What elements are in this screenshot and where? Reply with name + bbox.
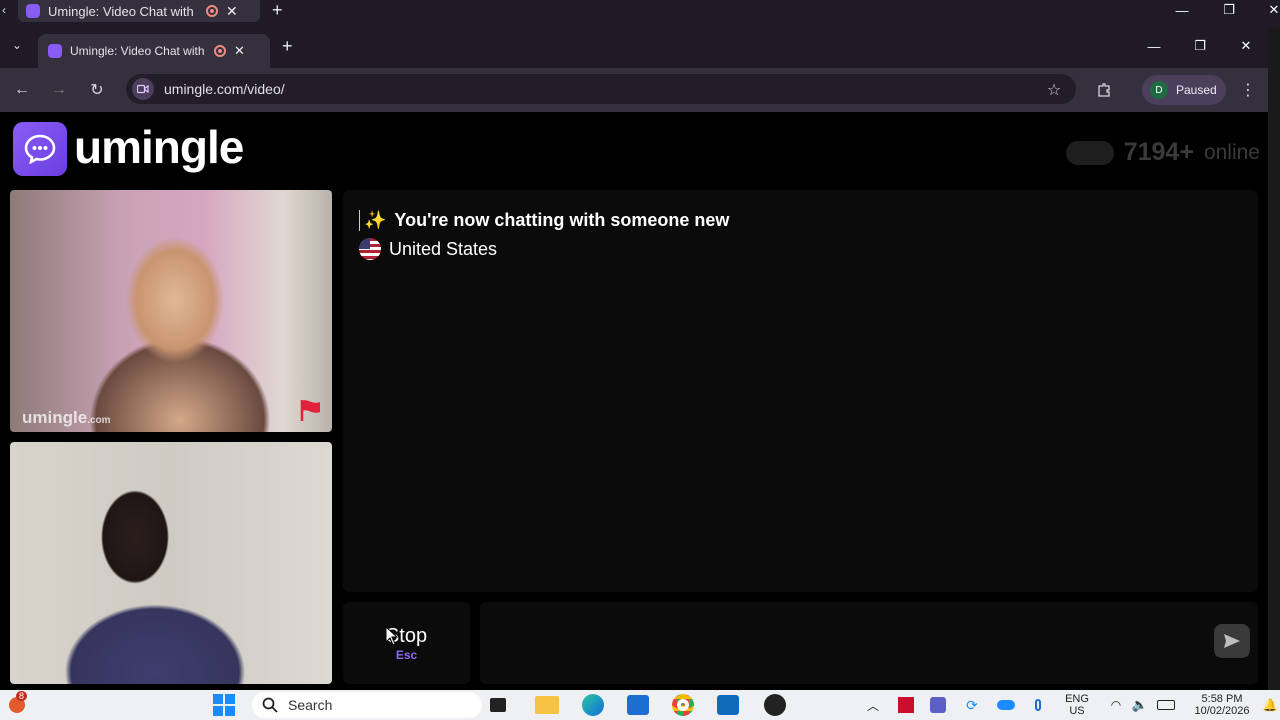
taskbar: 8 Search ︿ ⟳ ENG US ◠ 🔈 5:58 PM 10/02/20… [0, 690, 1280, 720]
message-input[interactable] [480, 602, 1258, 684]
online-label: online [1203, 140, 1260, 164]
tray-app-icon[interactable] [896, 695, 916, 715]
avatar: D [1150, 81, 1168, 99]
outer-tab[interactable]: Umingle: Video Chat with St ✕ [18, 0, 260, 22]
task-view-icon[interactable] [488, 695, 508, 715]
chrome-icon[interactable] [670, 694, 696, 716]
stop-shortcut: Esc [395, 647, 418, 662]
url-text: umingle.com/video/ [164, 81, 285, 97]
widgets-icon[interactable]: 8 [6, 691, 28, 715]
tray-chevron-up-icon[interactable]: ︿ [864, 695, 882, 715]
browser-toolbar: ← → ↻ umingle.com/video/ ☆ D Paused ⋮ [0, 68, 1268, 112]
forward-icon[interactable]: → [45, 76, 73, 104]
chat-icon [48, 44, 62, 58]
new-tab-icon[interactable]: + [282, 36, 293, 57]
language-indicator[interactable]: ENG US [1062, 693, 1092, 717]
chat-icon [26, 4, 40, 18]
recording-icon [214, 45, 226, 57]
system-message: ✨ You're now chatting with someone new [359, 210, 729, 231]
bookmark-star-icon[interactable]: ☆ [1040, 76, 1068, 104]
country-text: United States [389, 238, 498, 259]
new-tab-icon[interactable]: + [272, 0, 283, 21]
obs-icon[interactable] [762, 694, 788, 716]
notification-bell-icon[interactable]: 🔔 [1262, 695, 1278, 715]
close-tab-icon[interactable]: ✕ [234, 43, 245, 59]
teams-icon[interactable] [928, 695, 948, 715]
wifi-icon[interactable]: ◠ [1108, 695, 1124, 715]
stop-button[interactable]: Stop Esc [343, 602, 470, 684]
background-window-edge [1268, 28, 1280, 690]
outer-tab-strip: ‹ Umingle: Video Chat with St ✕ + — ❐ ✕ [0, 0, 1280, 28]
volume-icon[interactable]: 🔈 [1132, 695, 1148, 715]
restore-icon[interactable]: ❐ [1188, 36, 1212, 56]
mouse-cursor-icon [385, 626, 399, 646]
minimize-icon[interactable]: — [1170, 0, 1194, 20]
profile-button[interactable]: D Paused [1142, 75, 1226, 105]
us-flag-icon [359, 238, 381, 260]
address-bar[interactable]: umingle.com/video/ [126, 74, 1076, 104]
send-button[interactable] [1214, 624, 1250, 658]
windows-start-icon[interactable] [212, 694, 236, 716]
search-icon [262, 697, 278, 713]
taskbar-search[interactable]: Search [252, 692, 482, 718]
camera-icon[interactable] [132, 78, 154, 100]
online-indicator: 7194+ online [1065, 138, 1260, 167]
send-icon [1224, 634, 1240, 648]
menu-kebab-icon[interactable]: ⋮ [1234, 76, 1262, 104]
onedrive-icon[interactable] [996, 695, 1016, 715]
edge-icon[interactable] [580, 694, 606, 716]
report-flag-icon[interactable] [298, 398, 324, 422]
close-window-icon[interactable]: ✕ [1262, 0, 1280, 20]
sync-icon[interactable]: ⟳ [962, 695, 982, 715]
close-window-icon[interactable]: ✕ [1234, 36, 1258, 56]
logo-icon[interactable] [13, 122, 67, 176]
notification-badge: 8 [16, 691, 28, 701]
logo-text[interactable]: umingle [74, 120, 244, 174]
tab-strip: ⌄ Umingle: Video Chat with St ✕ + — ❐ ✕ [0, 28, 1268, 68]
extensions-icon[interactable] [1090, 76, 1118, 104]
battery-icon[interactable] [1156, 695, 1176, 715]
chevron-left-icon[interactable]: ‹ [2, 3, 6, 17]
close-tab-icon[interactable]: ✕ [226, 3, 238, 20]
store-icon[interactable] [625, 695, 651, 715]
online-count: 7194+ [1123, 138, 1194, 166]
clock[interactable]: 5:58 PM 10/02/2026 [1186, 693, 1258, 717]
umingle-page: umingle 7194+ online umingle.com ✨ You'r… [0, 112, 1268, 690]
profile-status: Paused [1176, 83, 1217, 97]
search-placeholder: Search [288, 697, 333, 713]
chat-log: ✨ You're now chatting with someone new U… [343, 190, 1258, 592]
outer-tab-title: Umingle: Video Chat with St [48, 3, 198, 19]
file-explorer-icon[interactable] [534, 695, 560, 715]
microphone-icon[interactable] [1030, 695, 1046, 715]
stranger-location: United States [359, 238, 497, 260]
recording-icon [206, 5, 218, 17]
active-tab[interactable]: Umingle: Video Chat with St ✕ [38, 34, 270, 68]
stranger-video: umingle.com [10, 190, 332, 432]
self-video [10, 442, 332, 684]
tab-search-icon[interactable]: ⌄ [12, 38, 22, 52]
outlook-icon[interactable] [715, 695, 741, 715]
reload-icon[interactable]: ↻ [83, 76, 111, 104]
theme-toggle[interactable] [1065, 140, 1114, 165]
system-message-text: You're now chatting with someone new [394, 210, 730, 230]
restore-icon[interactable]: ❐ [1217, 0, 1241, 20]
back-icon[interactable]: ← [8, 76, 36, 104]
sparkles-icon: ✨ [364, 210, 387, 230]
minimize-icon[interactable]: — [1142, 36, 1166, 56]
video-watermark: umingle.com [22, 408, 111, 427]
tab-title: Umingle: Video Chat with St [70, 44, 206, 58]
